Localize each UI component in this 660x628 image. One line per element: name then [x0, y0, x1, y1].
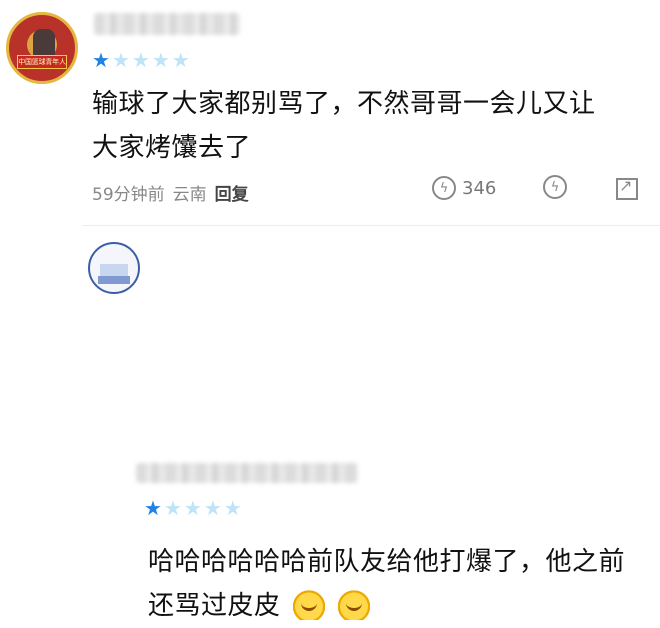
comment-meta: 59分钟前 云南 回复 — [92, 180, 249, 205]
star-icon: ★ — [151, 48, 170, 72]
star-icon: ★ — [111, 48, 130, 72]
avatar-graphic-base — [98, 276, 130, 284]
star-icon: ★ — [144, 496, 162, 520]
star-icon: ★ — [223, 496, 242, 520]
rating-stars: ★ ★ ★ ★ ★ — [92, 50, 190, 70]
avatar-banner: 中国篮球青年人 — [17, 55, 67, 69]
comment-line: 还骂过皮皮 — [148, 584, 658, 628]
star-icon: ★ — [183, 496, 202, 520]
comment-item-2: ★ ★ ★ ★ ★ 哈哈哈哈哈哈前队友给他打爆了，他之前 还骂过皮皮 — [0, 225, 660, 621]
star-icon: ★ — [131, 48, 150, 72]
share-icon — [616, 176, 638, 200]
rating-stars: ★ ★ ★ ★ ★ — [144, 498, 242, 518]
grinning-emoji — [293, 590, 326, 620]
comment-line: 哈哈哈哈哈哈前队友给他打爆了，他之前 — [148, 547, 626, 577]
share-button[interactable] — [616, 176, 638, 200]
star-icon: ★ — [163, 496, 182, 520]
dislike-icon: ϟ — [543, 175, 567, 199]
comment-text: 输球了大家都别骂了，不然哥哥一会儿又让 大家烤馕去了 — [92, 82, 652, 170]
like-icon: ϟ — [432, 176, 456, 200]
comment-line: 大家烤馕去了 — [92, 133, 252, 163]
star-icon: ★ — [92, 48, 110, 72]
location: 云南 — [172, 185, 207, 205]
time-ago: 59分钟前 — [92, 185, 165, 205]
avatar[interactable] — [88, 242, 140, 294]
comment-line: 输球了大家都别骂了，不然哥哥一会儿又让 — [92, 89, 596, 119]
star-icon: ★ — [171, 48, 190, 72]
grinning-emoji — [338, 590, 371, 620]
like-button[interactable]: ϟ 346 — [432, 176, 496, 200]
comment-line-text: 还骂过皮皮 — [148, 591, 281, 621]
dislike-button[interactable]: ϟ — [543, 175, 567, 199]
comment-item-1: 中国篮球青年人 ★ ★ ★ ★ ★ 输球了大家都别骂了，不然哥哥一会儿又让 大家… — [0, 0, 660, 225]
reply-button[interactable]: 回复 — [215, 180, 249, 205]
avatar[interactable]: 中国篮球青年人 — [6, 12, 78, 84]
username-blurred[interactable] — [136, 463, 358, 483]
like-count: 346 — [462, 177, 497, 199]
comment-text: 哈哈哈哈哈哈前队友给他打爆了，他之前 还骂过皮皮 — [148, 540, 658, 628]
star-icon: ★ — [203, 496, 222, 520]
avatar-graphic — [100, 264, 128, 276]
username-blurred[interactable] — [94, 13, 240, 35]
